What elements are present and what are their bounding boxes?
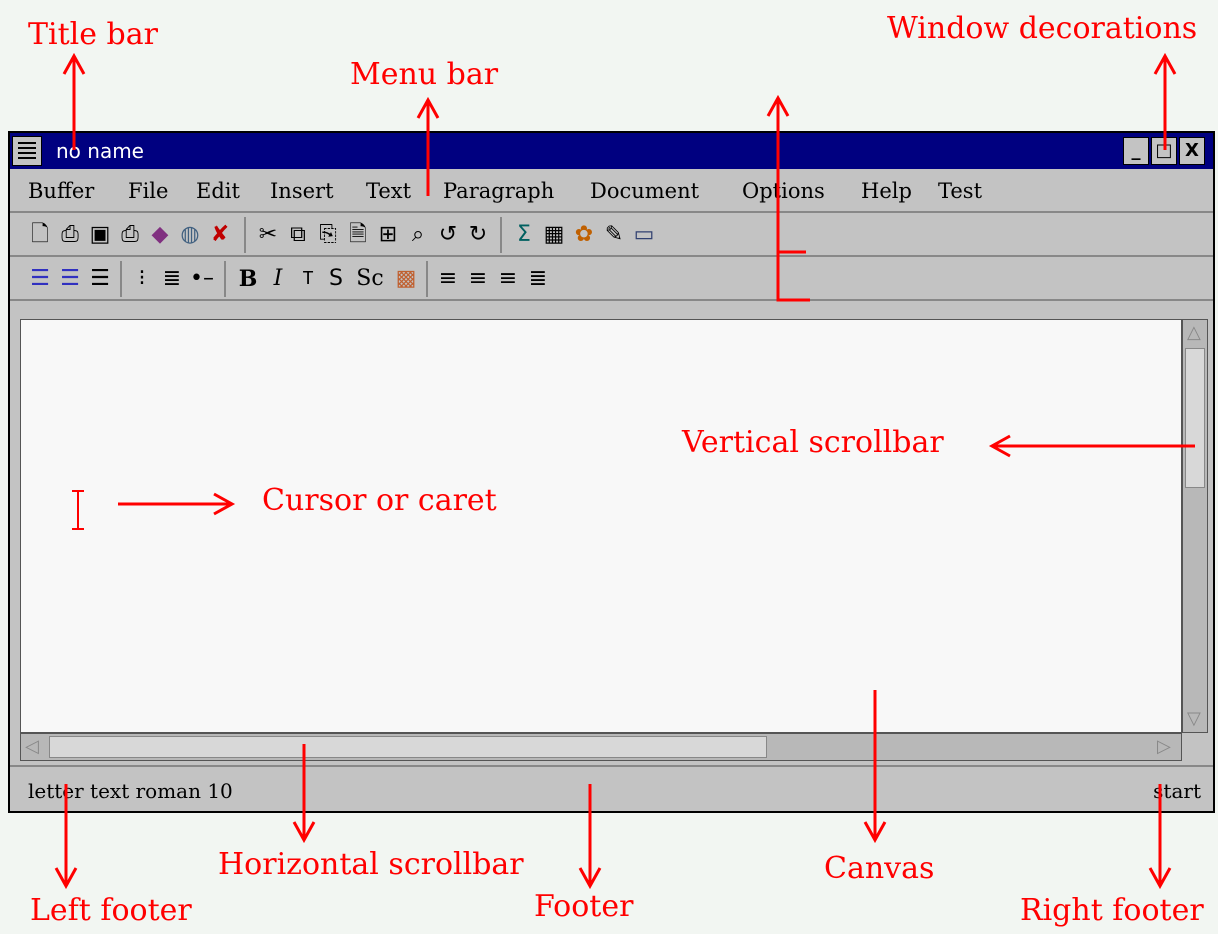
menu-buffer[interactable]: Buffer [28,179,94,203]
justify-icon[interactable]: ≣ [524,265,552,293]
align-center-icon[interactable]: ≡ [464,265,492,293]
copy-icon[interactable]: ⧉ [284,221,312,249]
preview-icon[interactable]: 🗎 [344,221,372,249]
editor-window: no name _ □ X Buffer File Edit Insert Te… [8,131,1215,813]
close-window-button[interactable]: X [1179,137,1205,165]
cut-icon[interactable]: ✂ [254,221,282,249]
bold-button[interactable]: B [234,265,262,293]
horizontal-scrollbar[interactable]: ◁ ▷ [20,733,1182,761]
left-footer: letter text roman 10 [28,779,233,803]
annotation-left-footer: Left footer [30,893,192,928]
annotation-cursor: Cursor or caret [262,483,497,518]
menu-help[interactable]: Help [861,179,912,203]
scroll-left-icon[interactable]: ◁ [25,738,39,756]
monitor-icon[interactable]: ▭ [630,221,658,249]
window-title: no name [56,139,144,163]
align-center-paragraph-icon[interactable]: ☰ [56,265,84,293]
vertical-scroll-thumb[interactable] [1185,348,1205,488]
menu-options[interactable]: Options [742,179,825,203]
menu-bar: Buffer File Edit Insert Text Paragraph D… [10,169,1213,213]
new-icon[interactable]: 🗋 [26,221,54,249]
title-bar[interactable]: no name _ □ X [10,133,1213,169]
description-list-icon[interactable]: •– [188,265,216,293]
menu-file[interactable]: File [128,179,168,203]
redo-icon[interactable]: ↻ [464,221,492,249]
menu-edit[interactable]: Edit [196,179,240,203]
color-icon[interactable]: ▩ [392,265,420,293]
annotation-horizontal-scrollbar: Horizontal scrollbar [218,847,524,882]
annotation-title-bar: Title bar [28,17,158,52]
minimize-button[interactable]: _ [1123,137,1149,165]
annotation-canvas: Canvas [824,851,935,886]
typewriter-button[interactable]: T [294,265,322,293]
maximize-button[interactable]: □ [1151,137,1177,165]
align-left-paragraph-icon[interactable]: ☰ [26,265,54,293]
canvas[interactable] [20,319,1182,733]
main-toolbar: 🗋 ⎙ ▣ ⎙ ◆ ◍ ✘ ✂ ⧉ ⎘ 🗎 ⊞ ⌕ ↺ ↻ Σ ▦ ✿ ✎ ▭ [10,213,1213,257]
toolbar-separator [500,217,502,253]
caret [72,490,84,530]
print-icon[interactable]: ⎙ [116,221,144,249]
undo-icon[interactable]: ↺ [434,221,462,249]
annotation-footer: Footer [534,889,634,924]
sans-serif-button[interactable]: S [322,265,350,293]
vertical-scrollbar[interactable]: △ ▽ [1182,319,1208,733]
open-icon[interactable]: ⎙ [56,221,84,249]
toolbar-separator [426,261,428,297]
paste-icon[interactable]: ⎘ [314,221,342,249]
spell-icon[interactable]: ⊞ [374,221,402,249]
small-caps-button[interactable]: Sc [350,265,390,293]
toolbar-separator [120,261,122,297]
bullet-list-icon[interactable]: ⁝ [128,265,156,293]
globe-icon[interactable]: ◍ [176,221,204,249]
numbered-list-icon[interactable]: ≣ [158,265,186,293]
table-icon[interactable]: ▦ [540,221,568,249]
menu-paragraph[interactable]: Paragraph [443,179,554,203]
justify-paragraph-icon[interactable]: ☰ [86,265,114,293]
menu-text[interactable]: Text [366,179,411,203]
image-icon[interactable]: ✿ [570,221,598,249]
toolbar-separator [244,217,246,253]
format-toolbar: ☰ ☰ ☰ ⁝ ≣ •– B I T S Sc ▩ ≡ ≡ ≡ ≣ [10,257,1213,301]
menu-insert[interactable]: Insert [270,179,334,203]
books-icon[interactable]: ◆ [146,221,174,249]
horizontal-scroll-thumb[interactable] [49,736,767,758]
math-icon[interactable]: Σ [510,221,538,249]
annotation-menu-bar: Menu bar [350,57,499,92]
close-icon[interactable]: ✘ [206,221,234,249]
annotation-window-decorations: Window decorations [887,11,1198,46]
scroll-up-icon[interactable]: △ [1187,324,1201,342]
toolbar-separator [224,261,226,297]
italic-button[interactable]: I [264,265,292,293]
save-icon[interactable]: ▣ [86,221,114,249]
window-menu-icon[interactable] [12,136,42,166]
annotation-vertical-scrollbar: Vertical scrollbar [682,425,944,460]
pen-icon[interactable]: ✎ [600,221,628,249]
footer: letter text roman 10 start [10,765,1213,811]
menu-document[interactable]: Document [590,179,699,203]
find-icon[interactable]: ⌕ [404,221,432,249]
align-right-icon[interactable]: ≡ [494,265,522,293]
right-footer: start [1153,779,1201,803]
menu-test[interactable]: Test [938,179,982,203]
scroll-down-icon[interactable]: ▽ [1187,710,1201,728]
align-left-icon[interactable]: ≡ [434,265,462,293]
scroll-right-icon[interactable]: ▷ [1157,738,1171,756]
annotation-right-footer: Right footer [1020,893,1204,928]
